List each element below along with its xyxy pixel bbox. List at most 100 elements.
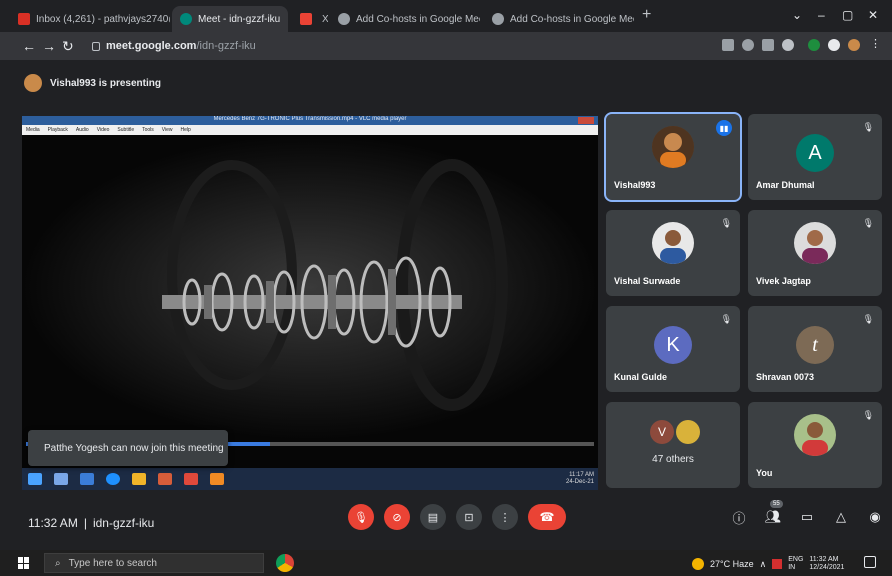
participant-tile[interactable]: ▮▮ Vishal993: [604, 112, 742, 202]
meet-icon: [180, 13, 192, 25]
chat-icon[interactable]: ▭: [798, 508, 816, 526]
participant-name: Vishal Surwade: [614, 276, 681, 286]
tab-label: Meet - idn-gzzf-iku: [198, 13, 281, 25]
windows-start-icon[interactable]: [18, 557, 30, 569]
close-icon[interactable]: X: [322, 14, 328, 25]
meeting-info: 11:32 AM | idn-gzzf-iku: [28, 516, 154, 530]
app-icon: [80, 473, 94, 485]
vlc-title: Mercedes Benz 7G-TRONIC Plus Transmissio…: [213, 116, 407, 122]
people-icon[interactable]: 👥︎ 55: [764, 500, 783, 526]
presenting-text: Vishal993 is presenting: [50, 77, 161, 89]
activities-icon[interactable]: △: [832, 508, 850, 526]
vlc-menu-item: Audio: [75, 127, 89, 133]
site-icon: [492, 13, 504, 25]
notification-toast: Patthe Yogesh can now join this meeting: [28, 430, 228, 466]
tab-article-2[interactable]: Add Co-hosts in Google Meet - X: [484, 6, 634, 32]
weather-text: 27°C Haze: [710, 559, 754, 569]
address-bar: ← → ↻ meet.google.com /idn-gzzf-iku ⋮: [0, 32, 892, 60]
mic-off-icon: 🎙︎: [862, 314, 874, 324]
forward-icon[interactable]: →: [42, 38, 56, 54]
participant-name: Shravan 0073: [756, 372, 815, 382]
app-icon: [184, 473, 198, 485]
browser-tab-strip: Inbox (4,261) - pathvjays2740@ X Meet - …: [0, 0, 892, 32]
others-tile[interactable]: V 47 others: [606, 402, 740, 488]
participant-name: Vishal993: [614, 180, 656, 190]
windows-taskbar: ⌕ Type here to search 27°C Haze ∧ ENG IN…: [0, 550, 892, 576]
taskbar-clock[interactable]: 11:32 AM 12/24/2021: [809, 556, 844, 572]
separator: |: [83, 516, 87, 530]
captions-button[interactable]: ▤: [420, 504, 446, 530]
self-tile[interactable]: 🎙︎ You: [748, 402, 882, 488]
call-controls: 🎙︎ ⊘ ▤ ⊡ ⋮ ☎: [348, 504, 566, 530]
lock-icon: [92, 41, 100, 51]
meeting-code: idn-gzzf-iku: [92, 516, 155, 530]
notification-icon[interactable]: [864, 556, 876, 568]
speaking-indicator-icon: ▮▮: [716, 120, 732, 136]
minimize-icon[interactable]: –: [818, 8, 825, 22]
extension-icon[interactable]: [808, 39, 820, 51]
info-icon[interactable]: ⓘ: [730, 508, 748, 526]
lang-bottom: IN: [788, 564, 796, 571]
camera-off-button[interactable]: ⊘: [384, 504, 410, 530]
mic-off-icon: 🎙︎: [720, 314, 732, 324]
windows-icon: [28, 473, 42, 485]
participant-tile[interactable]: 🎙︎ Vishal Surwade: [606, 210, 740, 296]
ie-icon: [106, 473, 120, 485]
avatar: t: [796, 326, 834, 364]
mic-off-icon: 🎙︎: [862, 122, 874, 132]
tab-recording[interactable]: X: [292, 6, 328, 32]
maximize-icon[interactable]: ▢: [842, 8, 853, 22]
profile-avatar[interactable]: [848, 39, 860, 51]
menu-icon[interactable]: ⋮: [870, 37, 882, 50]
participant-tile[interactable]: t 🎙︎ Shravan 0073: [748, 306, 882, 392]
puzzle-icon[interactable]: [828, 39, 840, 51]
reload-icon[interactable]: ↻: [62, 38, 74, 55]
vlc-menu-item: Media: [26, 127, 40, 133]
present-button[interactable]: ⊡: [456, 504, 482, 530]
participant-tile[interactable]: A 🎙︎ Amar Dhumal: [748, 114, 882, 200]
mic-off-button[interactable]: 🎙︎: [348, 504, 374, 530]
host-controls-icon[interactable]: ◉: [866, 508, 884, 526]
star-icon[interactable]: [782, 39, 794, 51]
clock-date: 12/24/2021: [809, 564, 845, 571]
tab-meet[interactable]: Meet - idn-gzzf-iku: [172, 6, 288, 32]
key-icon[interactable]: [742, 39, 754, 51]
record-icon: [300, 13, 312, 25]
app-icon: [54, 473, 68, 485]
participant-name: Kunal Gulde: [614, 372, 668, 382]
tray-app-icon[interactable]: [772, 559, 783, 569]
leave-call-button[interactable]: ☎: [528, 504, 566, 530]
toast-text: Patthe Yogesh can now join this meeting: [44, 442, 224, 454]
vlc-menu-bar: Media Playback Audio Video Subtitle Tool…: [22, 125, 598, 135]
more-options-button[interactable]: ⋮: [492, 504, 518, 530]
meet-app: Vishal993 is presenting Mercedes Benz 7G…: [0, 60, 892, 550]
tab-article-1[interactable]: Add Co-hosts in Google Meet - X: [330, 6, 480, 32]
participant-tile[interactable]: 🎙︎ Vivek Jagtap: [748, 210, 882, 296]
chevron-up-icon[interactable]: ∧: [760, 559, 767, 570]
url-host: meet.google.com: [106, 40, 197, 52]
url-path: /idn-gzzf-iku: [196, 40, 256, 52]
vlc-menu-item: Playback: [47, 127, 68, 133]
avatar: K: [654, 326, 692, 364]
search-placeholder: Type here to search: [68, 557, 157, 569]
clock-time: 11:17 AM: [569, 472, 594, 478]
tab-label: Add Co-hosts in Google Meet -: [356, 13, 480, 25]
search-icon: ⌕: [55, 557, 61, 569]
new-tab-button[interactable]: +: [642, 6, 651, 24]
chrome-icon[interactable]: [276, 554, 294, 572]
share-icon[interactable]: [762, 39, 774, 51]
avatar: [652, 126, 694, 168]
vlc-menu-item: Subtitle: [117, 127, 135, 133]
back-icon[interactable]: ←: [22, 38, 36, 54]
search-input[interactable]: ⌕ Type here to search: [44, 553, 264, 573]
mic-off-icon: 🎙︎: [862, 218, 874, 228]
chevron-down-icon[interactable]: ⌄: [792, 8, 802, 22]
window-close-icon[interactable]: ✕: [868, 8, 878, 22]
language-indicator[interactable]: ENG IN: [788, 556, 803, 572]
participant-name: Amar Dhumal: [756, 180, 815, 190]
camera-icon[interactable]: [722, 39, 734, 51]
transmission-video-frame: [22, 135, 598, 440]
participant-tile[interactable]: K 🎙︎ Kunal Gulde: [606, 306, 740, 392]
tab-gmail[interactable]: Inbox (4,261) - pathvjays2740@ X: [10, 6, 170, 32]
url-field[interactable]: meet.google.com /idn-gzzf-iku: [84, 36, 704, 56]
